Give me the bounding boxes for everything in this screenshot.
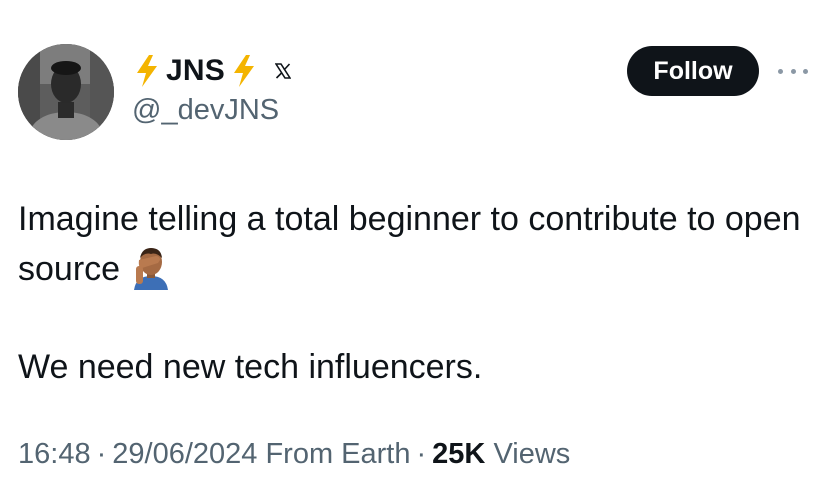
tweet-meta: 16:48 · 29/06/2024 From Earth · 25K Views — [18, 438, 570, 471]
tweet-date[interactable]: 29/06/2024 — [112, 438, 257, 470]
display-name: JNS — [166, 54, 225, 87]
lightning-bolt-icon — [233, 55, 254, 87]
face-palm-emoji — [134, 248, 169, 290]
views-count[interactable]: 25K — [432, 438, 485, 470]
tweet-time[interactable]: 16:48 — [18, 438, 91, 470]
tweet-line-1: Imagine telling a total beginner to cont… — [18, 194, 818, 294]
more-dot — [778, 68, 783, 74]
follow-button[interactable]: Follow — [627, 46, 759, 96]
x-logo-icon — [274, 63, 291, 79]
lightning-bolt-icon — [137, 55, 157, 87]
author-name-row[interactable]: JNS — [134, 52, 291, 90]
views-label: Views — [493, 438, 571, 470]
more-dot — [803, 68, 808, 74]
tweet-card: JNS @_devJNS Follow Imagine telling a to… — [0, 0, 828, 496]
author-handle[interactable]: @_devJNS — [132, 94, 279, 127]
tweet-line-2: We need new tech influencers. — [18, 348, 483, 386]
meta-separator: · — [416, 438, 427, 470]
meta-separator: · — [96, 438, 107, 470]
tweet-source: From Earth — [265, 438, 411, 470]
avatar[interactable] — [18, 44, 114, 140]
more-dot — [790, 68, 796, 74]
avatar-photo — [18, 44, 114, 140]
more-horizontal-icon[interactable] — [778, 60, 808, 82]
tweet-text: Imagine telling a total beginner to cont… — [18, 194, 818, 392]
